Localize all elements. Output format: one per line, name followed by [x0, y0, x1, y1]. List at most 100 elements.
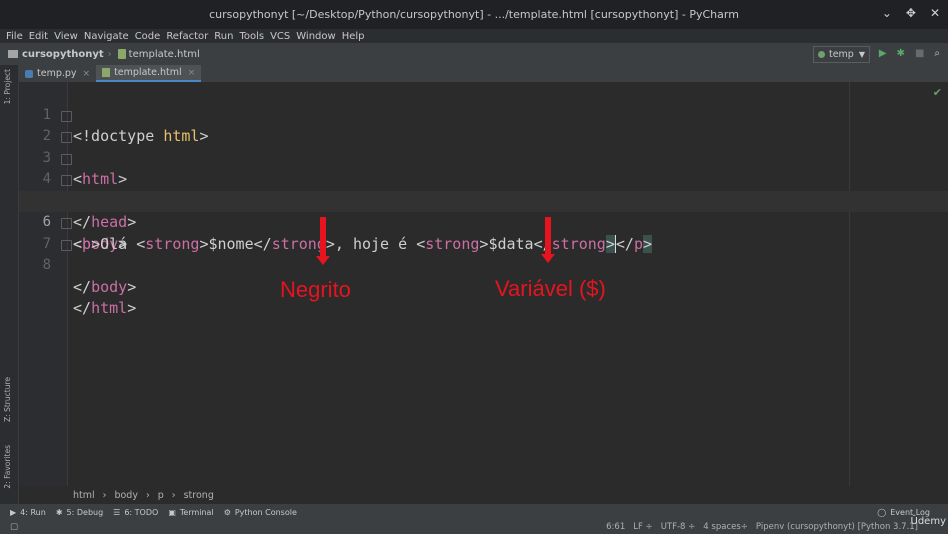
stop-icon[interactable]: ■ [915, 48, 924, 59]
line-code: </body> [73, 277, 137, 296]
menu-window[interactable]: Window [296, 31, 335, 42]
code-line-current[interactable]: 6 <p>Olá <strong>$nome</strong>, hoje é … [19, 190, 948, 253]
breadcrumb-strong[interactable]: strong [184, 490, 214, 501]
navigation-bar: cursopythonyt › template.html temp ▼ ▶ ✱… [0, 43, 948, 66]
debug-icon[interactable]: ✱ [897, 48, 905, 59]
python-console-icon: ⚙ [223, 507, 231, 517]
menu-vcs[interactable]: VCS [270, 31, 290, 42]
tool-project[interactable]: 1: Project [3, 69, 12, 104]
close-icon[interactable]: × [188, 68, 196, 78]
status-position[interactable]: 6:61 [606, 522, 625, 532]
menu-code[interactable]: Code [135, 31, 161, 42]
menu-refactor[interactable]: Refactor [166, 31, 208, 42]
breadcrumb-body[interactable]: body [114, 490, 138, 501]
breadcrumb-sep: › [102, 489, 107, 501]
status-right: 6:61 LF ÷ UTF-8 ÷ 4 spaces÷ Pipenv (curs… [606, 520, 918, 534]
tool-todo-label: 6: TODO [124, 507, 159, 517]
nav-project[interactable]: cursopythonyt [22, 49, 104, 60]
tool-structure[interactable]: Z: Structure [3, 377, 12, 422]
status-line-separator[interactable]: LF ÷ [633, 522, 652, 532]
fold-icon[interactable] [61, 218, 72, 229]
window-controls: ⌄ ✥ ✕ [882, 6, 940, 20]
close-icon[interactable]: ✕ [930, 6, 940, 20]
run-icon[interactable]: ▶ [879, 48, 887, 59]
python-file-icon [25, 69, 33, 78]
menu-tools[interactable]: Tools [239, 31, 264, 42]
breadcrumb: html › body › p › strong [19, 486, 948, 504]
status-encoding[interactable]: UTF-8 ÷ [661, 522, 696, 532]
arrow-negrito [320, 217, 326, 257]
menu-view[interactable]: View [54, 31, 78, 42]
line-number: 8 [42, 257, 51, 273]
breadcrumb-sep: › [171, 489, 176, 501]
menu-help[interactable]: Help [342, 31, 365, 42]
nav-file[interactable]: template.html [129, 49, 200, 60]
terminal-icon: ▣ [168, 507, 176, 517]
toolbar-actions: ▶ ✱ ■ ⌕ [879, 48, 940, 59]
tool-run-label: 4: Run [20, 507, 46, 517]
line-code: </html> [73, 299, 137, 317]
tool-favorites[interactable]: 2: Favorites [3, 445, 12, 489]
menu-run[interactable]: Run [214, 31, 233, 42]
tool-terminal[interactable]: ▣ Terminal [168, 508, 213, 517]
code-line[interactable]: 3 <head> [19, 126, 948, 210]
tab-label: temp.py [37, 68, 77, 79]
breadcrumb-sep: › [145, 489, 150, 501]
folder-icon [8, 50, 18, 58]
html-file-icon [117, 49, 126, 59]
code-editor[interactable]: ✔ 1 <!doctype html> 2 <html> 3 <head> 4 … [19, 82, 948, 486]
fold-icon[interactable] [61, 153, 72, 165]
status-bar: ▢ 6:61 LF ÷ UTF-8 ÷ 4 spaces÷ Pipenv (cu… [0, 516, 948, 534]
chevron-down-icon[interactable]: ⌄ [882, 6, 892, 20]
html-file-icon [102, 68, 111, 77]
python-icon [817, 51, 825, 58]
tool-debug-label: 5: Debug [66, 507, 104, 517]
fold-icon[interactable] [61, 110, 72, 122]
fold-icon[interactable] [61, 132, 72, 143]
udemy-watermark: Ûdemy [910, 516, 946, 527]
tab-temp-py[interactable]: temp.py × [19, 65, 96, 82]
close-icon[interactable]: × [83, 69, 91, 79]
run-config-select[interactable]: temp ▼ [812, 46, 870, 63]
event-log-icon: ◯ [877, 507, 887, 517]
chevron-down-icon: ▼ [858, 50, 865, 59]
window-title: cursopythonyt [~/Desktop/Python/cursopyt… [209, 8, 739, 21]
menu-file[interactable]: File [6, 31, 23, 42]
status-interpreter[interactable]: Pipenv (cursopythonyt) [Python 3.7.1] [756, 522, 918, 532]
debug-icon: ✱ [55, 507, 63, 517]
tool-run[interactable]: ▶ 4: Run [10, 508, 46, 517]
tool-window-bar: ▶ 4: Run ✱ 5: Debug ☰ 6: TODO ▣ Terminal… [0, 504, 948, 520]
layout-icon[interactable]: ▢ [10, 522, 18, 532]
tool-python-console[interactable]: ⚙ Python Console [224, 508, 297, 517]
breadcrumb-html[interactable]: html [73, 490, 95, 501]
tab-template-html[interactable]: template.html × [96, 65, 202, 82]
menu-edit[interactable]: Edit [29, 31, 48, 42]
tool-python-console-label: Python Console [234, 507, 297, 517]
code-line[interactable]: 8 </html> [19, 234, 948, 317]
status-indent[interactable]: 4 spaces÷ [703, 522, 748, 532]
code-line[interactable]: 4 </head> [19, 148, 948, 231]
fold-icon[interactable] [61, 239, 72, 251]
search-icon[interactable]: ⌕ [934, 48, 940, 59]
tool-todo[interactable]: ☰ 6: TODO [113, 508, 158, 517]
fold-icon[interactable] [61, 175, 72, 186]
restore-icon[interactable]: ✥ [906, 6, 916, 20]
code-line[interactable]: 5 <body> [19, 169, 948, 253]
editor-tabs: temp.py × template.html × [19, 65, 948, 82]
title-bar: cursopythonyt [~/Desktop/Python/cursopyt… [0, 0, 948, 29]
tab-label: template.html [114, 67, 182, 78]
arrow-head-variavel [541, 254, 555, 263]
code-line[interactable]: 1 <!doctype html> [19, 83, 948, 146]
tool-terminal-label: Terminal [179, 507, 214, 517]
annotation-variavel: Variável ($) [495, 276, 606, 301]
run-icon: ▶ [10, 507, 17, 517]
menu-bar: File Edit View Navigate Code Refactor Ru… [0, 29, 948, 43]
nav-separator: › [107, 48, 112, 60]
annotation-negrito: Negrito [280, 277, 351, 302]
code-line[interactable]: 2 <html> [19, 105, 948, 188]
arrow-variavel [545, 217, 551, 255]
code-line[interactable]: 7 </body> [19, 212, 948, 296]
menu-navigate[interactable]: Navigate [84, 31, 129, 42]
breadcrumb-p[interactable]: p [158, 490, 164, 501]
tool-debug[interactable]: ✱ 5: Debug [56, 508, 103, 517]
